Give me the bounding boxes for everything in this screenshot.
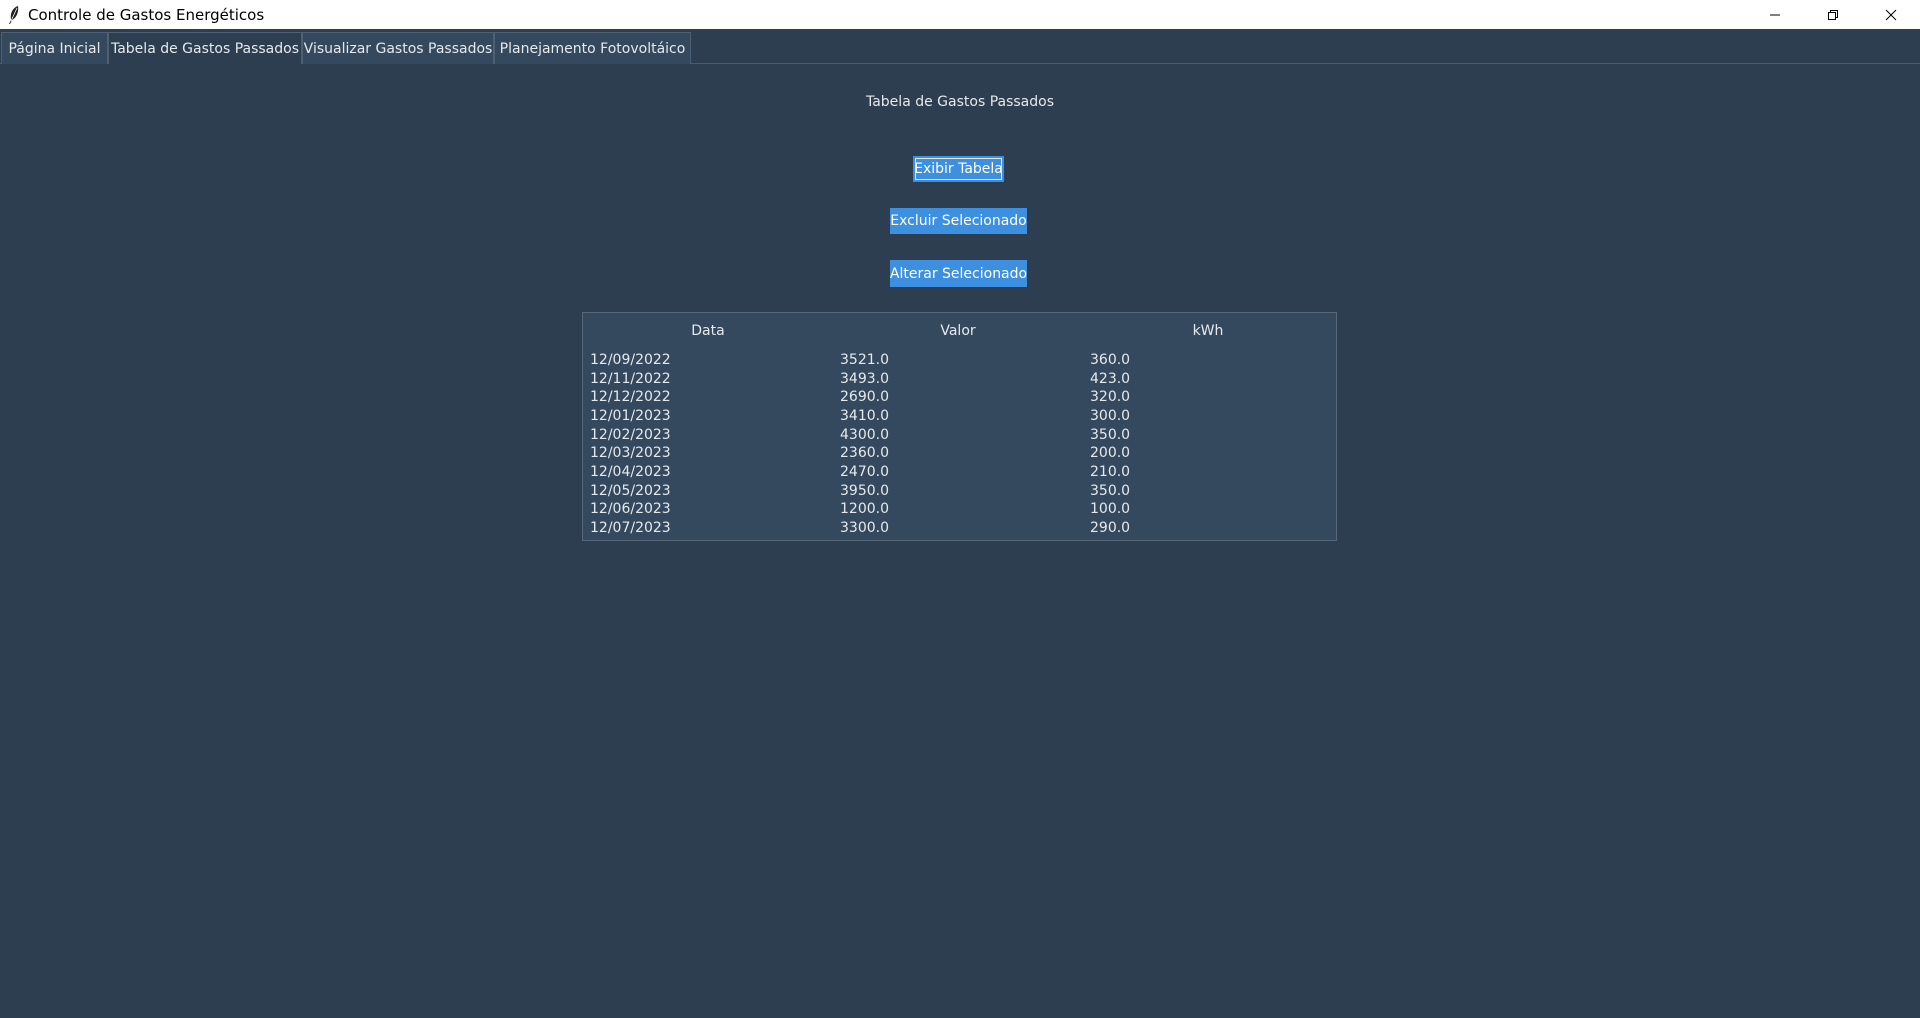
tab-planejamento-fotovoltaico[interactable]: Planejamento Fotovoltáico xyxy=(494,32,691,64)
cell-data: 12/09/2022 xyxy=(590,352,671,368)
expenses-table[interactable]: Data Valor kWh 12/09/2022 3521.0 360.0 1… xyxy=(582,312,1337,541)
column-header-valor[interactable]: Valor xyxy=(833,323,1083,339)
show-table-button[interactable]: Exibir Tabela xyxy=(913,156,1004,182)
table-row[interactable]: 12/06/2023 1200.0 100.0 xyxy=(583,500,1336,519)
cell-kwh: 350.0 xyxy=(1090,427,1131,443)
cell-valor: 3521.0 xyxy=(840,352,889,368)
table-row[interactable]: 12/03/2023 2360.0 200.0 xyxy=(583,444,1336,463)
close-icon[interactable] xyxy=(1862,0,1920,29)
cell-kwh: 290.0 xyxy=(1090,520,1131,536)
page-title: Tabela de Gastos Passados xyxy=(865,94,1054,110)
cell-valor: 3950.0 xyxy=(840,483,889,499)
cell-kwh: 300.0 xyxy=(1090,408,1131,424)
cell-kwh: 320.0 xyxy=(1090,389,1131,405)
window-title: Controle de Gastos Energéticos xyxy=(28,5,265,24)
cell-data: 12/06/2023 xyxy=(590,501,671,517)
cell-kwh: 210.0 xyxy=(1090,464,1131,480)
table-row[interactable]: 12/11/2022 3493.0 423.0 xyxy=(583,370,1336,389)
cell-data: 12/12/2022 xyxy=(590,389,671,405)
column-header-data[interactable]: Data xyxy=(583,323,833,339)
table-row[interactable]: 12/02/2023 4300.0 350.0 xyxy=(583,426,1336,445)
cell-kwh: 200.0 xyxy=(1090,445,1131,461)
cell-kwh: 100.0 xyxy=(1090,501,1131,517)
window-controls xyxy=(1746,0,1920,29)
cell-valor: 2360.0 xyxy=(840,445,889,461)
cell-data: 12/03/2023 xyxy=(590,445,671,461)
title-bar: Controle de Gastos Energéticos xyxy=(0,0,1920,29)
cell-data: 12/01/2023 xyxy=(590,408,671,424)
table-row[interactable]: 12/07/2023 3300.0 290.0 xyxy=(583,519,1336,538)
table-row[interactable]: 12/09/2022 3521.0 360.0 xyxy=(583,351,1336,370)
table-row[interactable]: 12/01/2023 3410.0 300.0 xyxy=(583,407,1336,426)
cell-valor: 2470.0 xyxy=(840,464,889,480)
restore-icon[interactable] xyxy=(1804,0,1862,29)
table-row[interactable]: 12/12/2022 2690.0 320.0 xyxy=(583,388,1336,407)
cell-valor: 4300.0 xyxy=(840,427,889,443)
tab-visualizar-gastos-passados[interactable]: Visualizar Gastos Passados xyxy=(302,32,494,64)
column-header-kwh[interactable]: kWh xyxy=(1083,323,1333,339)
tab-pagina-inicial[interactable]: Página Inicial xyxy=(1,32,108,64)
tab-bar: Página Inicial Tabela de Gastos Passados… xyxy=(0,29,1920,64)
cell-kwh: 350.0 xyxy=(1090,483,1131,499)
tab-tabela-gastos-passados[interactable]: Tabela de Gastos Passados xyxy=(108,32,302,64)
edit-selected-button[interactable]: Alterar Selecionado xyxy=(890,260,1027,287)
cell-data: 12/11/2022 xyxy=(590,371,671,387)
table-row[interactable]: 12/04/2023 2470.0 210.0 xyxy=(583,463,1336,482)
feather-icon xyxy=(2,0,26,29)
cell-valor: 1200.0 xyxy=(840,501,889,517)
cell-data: 12/02/2023 xyxy=(590,427,671,443)
minimize-icon[interactable] xyxy=(1746,0,1804,29)
cell-valor: 3410.0 xyxy=(840,408,889,424)
cell-valor: 2690.0 xyxy=(840,389,889,405)
delete-selected-button[interactable]: Excluir Selecionado xyxy=(890,208,1027,234)
table-row[interactable]: 12/05/2023 3950.0 350.0 xyxy=(583,482,1336,501)
cell-valor: 3300.0 xyxy=(840,520,889,536)
cell-valor: 3493.0 xyxy=(840,371,889,387)
cell-data: 12/05/2023 xyxy=(590,483,671,499)
cell-kwh: 360.0 xyxy=(1090,352,1131,368)
cell-data: 12/07/2023 xyxy=(590,520,671,536)
cell-data: 12/04/2023 xyxy=(590,464,671,480)
cell-kwh: 423.0 xyxy=(1090,371,1131,387)
